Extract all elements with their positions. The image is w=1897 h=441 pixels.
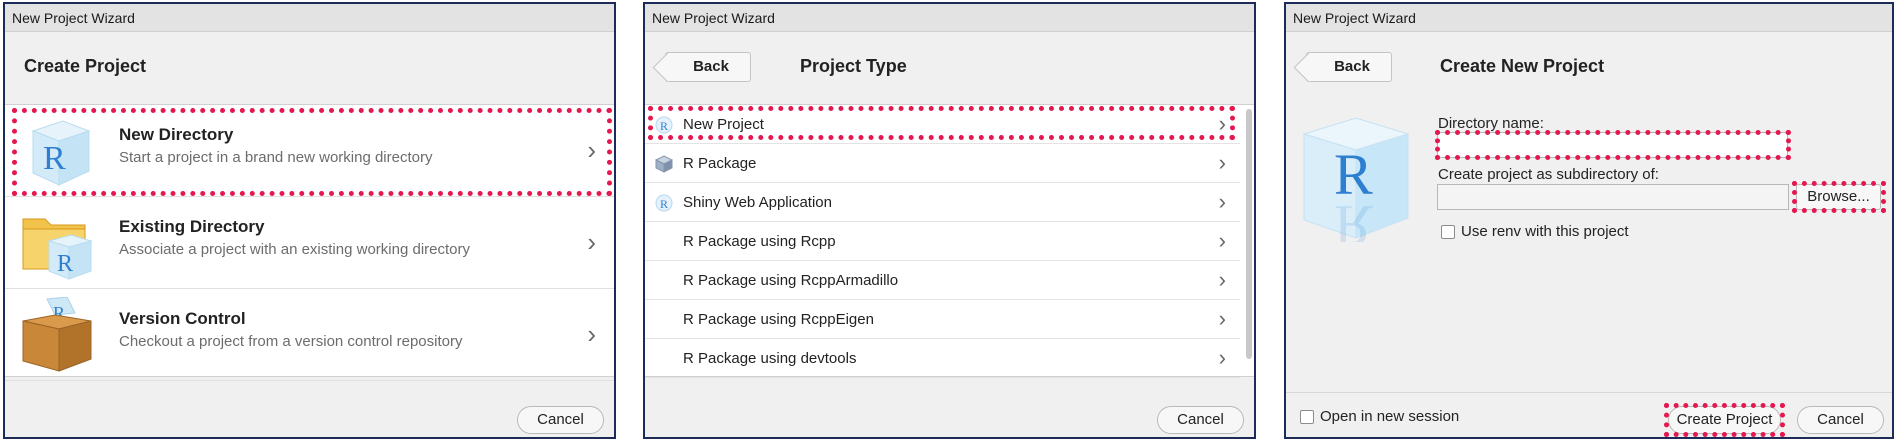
choice-title: Existing Directory [119, 217, 265, 236]
footer-divider [1286, 392, 1892, 393]
project-type-list: R New Project › R Package › R Shiny Web … [645, 104, 1254, 378]
list-item-r-package-devtools[interactable]: R Package using devtools › [645, 339, 1240, 378]
list-item-label: R Package using devtools [683, 350, 857, 367]
choice-title: Version Control [119, 309, 246, 328]
choice-existing-directory[interactable]: R Existing Directory Associate a project… [5, 197, 614, 289]
list-item-r-package[interactable]: R Package › [645, 144, 1240, 183]
window-titlebar: New Project Wizard [1286, 4, 1892, 32]
new-session-checkbox[interactable] [1300, 410, 1314, 424]
r-icon: R [655, 194, 673, 212]
directory-name-label: Directory name: [1438, 115, 1544, 132]
r-icon: R [655, 116, 673, 134]
directory-name-input[interactable] [1437, 132, 1788, 158]
chevron-right-icon: › [587, 135, 596, 165]
folder-r-icon: R [22, 218, 93, 280]
choice-version-control[interactable]: R Version Control Checkout a project fro… [5, 289, 614, 381]
page-title: Create Project [24, 56, 147, 76]
choice-description: Checkout a project from a version contro… [119, 333, 463, 350]
window-titlebar: New Project Wizard [5, 4, 614, 32]
back-button[interactable]: Back [665, 52, 751, 82]
cancel-button[interactable]: Cancel [1157, 406, 1244, 434]
chevron-right-icon: › [1218, 150, 1226, 175]
list-item-r-package-rcpparmadillo[interactable]: R Package using RcppArmadillo › [645, 261, 1240, 300]
choice-title: New Directory [119, 125, 234, 144]
svg-text:R: R [660, 119, 668, 133]
choice-description: Start a project in a brand new working d… [119, 149, 433, 166]
list-item-shiny-web-application[interactable]: R Shiny Web Application › [645, 183, 1240, 222]
chevron-right-icon: › [587, 319, 596, 349]
cancel-button[interactable]: Cancel [1797, 406, 1884, 434]
browse-button[interactable]: Browse... [1796, 184, 1881, 210]
list-item-r-package-rcppeigen[interactable]: R Package using RcppEigen › [645, 300, 1240, 339]
create-project-button[interactable]: Create Project [1668, 406, 1781, 434]
chevron-right-icon: › [1218, 267, 1226, 292]
list-item-label: R Package [683, 155, 757, 172]
list-item-label: R Package using Rcpp [683, 233, 836, 250]
renv-checkbox[interactable] [1441, 225, 1455, 239]
box-icon: R [22, 297, 92, 372]
choice-description: Associate a project with an existing wor… [119, 241, 470, 258]
package-icon [655, 155, 673, 173]
list-item-label: New Project [683, 116, 764, 133]
svg-text:R: R [43, 140, 66, 177]
chevron-right-icon: › [1218, 189, 1226, 214]
back-button[interactable]: Back [1306, 52, 1392, 82]
list-item-new-project[interactable]: R New Project › [645, 105, 1240, 144]
page-title: Create New Project [1440, 56, 1605, 76]
project-type-window: New Project Wizard Back Project Type R N… [643, 2, 1256, 439]
cancel-button[interactable]: Cancel [517, 406, 604, 434]
page-title: Project Type [800, 56, 907, 76]
back-button-label: Back [693, 58, 729, 75]
chevron-right-icon: › [1218, 111, 1226, 136]
project-choice-list: R New Directory Start a project in a bra… [5, 104, 614, 381]
back-button-label: Back [1334, 58, 1370, 75]
svg-text:R: R [660, 197, 668, 211]
new-session-label: Open in new session [1320, 408, 1460, 425]
r-cube-icon: R [31, 120, 91, 186]
r-cube-icon: R R [1302, 117, 1410, 242]
chevron-right-icon: › [1218, 228, 1226, 253]
list-item-label: Shiny Web Application [683, 194, 832, 211]
chevron-right-icon: › [1218, 306, 1226, 331]
create-new-project-window: New Project Wizard Back Create New Proje… [1284, 2, 1894, 439]
chevron-right-icon: › [1218, 345, 1226, 370]
chevron-right-icon: › [587, 227, 596, 257]
list-item-label: R Package using RcppEigen [683, 311, 874, 328]
list-item-r-package-rcpp[interactable]: R Package using Rcpp › [645, 222, 1240, 261]
subdirectory-label: Create project as subdirectory of: [1438, 166, 1659, 183]
list-item-label: R Package using RcppArmadillo [683, 272, 899, 289]
choice-new-directory[interactable]: R New Directory Start a project in a bra… [5, 105, 614, 197]
scrollbar[interactable] [1246, 109, 1252, 359]
subdirectory-input[interactable] [1437, 184, 1789, 210]
renv-label: Use renv with this project [1461, 223, 1629, 240]
svg-text:R: R [1334, 193, 1373, 242]
svg-text:R: R [57, 251, 73, 277]
window-titlebar: New Project Wizard [645, 4, 1254, 32]
create-project-window: New Project Wizard Create Project R New … [3, 2, 616, 439]
